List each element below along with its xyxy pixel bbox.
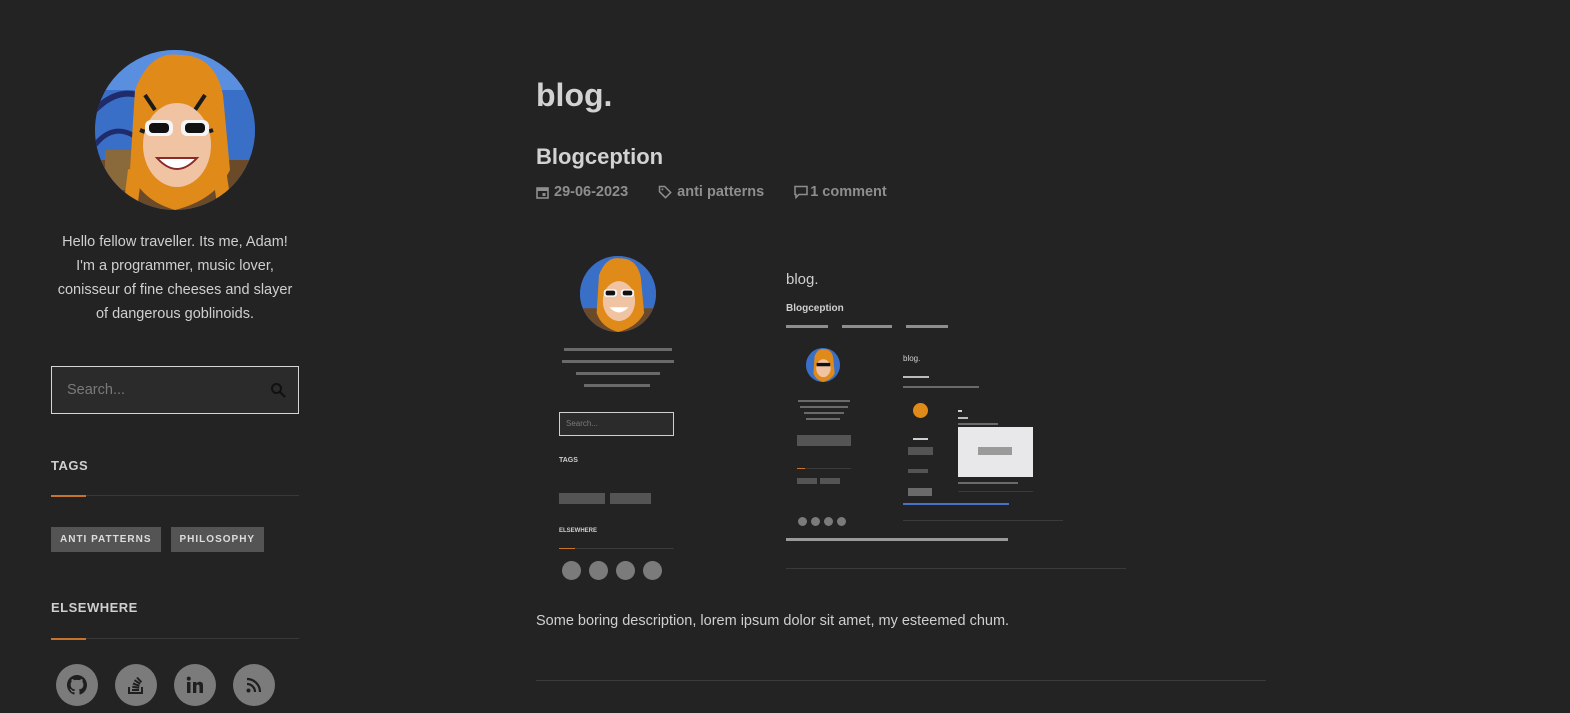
- mini-bio-line: [584, 384, 650, 387]
- mini-nested-line: [913, 438, 928, 440]
- avatar: [95, 50, 255, 210]
- post-title[interactable]: Blogception: [536, 144, 663, 170]
- mini-nested-image: [958, 427, 1033, 477]
- mini-blog-title: blog.: [786, 271, 819, 288]
- mini-social: [824, 517, 833, 526]
- mini-search-nested: [797, 435, 851, 446]
- mini-nested-blog-title: blog.: [903, 354, 921, 363]
- github-link[interactable]: [56, 664, 98, 706]
- tag-philosophy[interactable]: PHILOSOPHY: [170, 527, 265, 552]
- tag-anti-patterns[interactable]: ANTI PATTERNS: [51, 527, 161, 552]
- mini-nested-post-divider: [903, 520, 1063, 521]
- mini-bio-line: [804, 412, 844, 414]
- bio-text: Hello fellow traveller. Its me, Adam! I'…: [57, 234, 293, 322]
- tag-icon: [658, 185, 672, 199]
- mini-nested-blog: [958, 410, 962, 412]
- tags-title: TAGS: [51, 458, 89, 473]
- mini-nested-tag: [908, 469, 928, 473]
- mini-meta: [842, 325, 892, 328]
- mini-nested-search: [908, 447, 933, 455]
- mini-nested-description: [903, 503, 1009, 505]
- mini-social: [811, 517, 820, 526]
- mini-post-divider: [786, 568, 1126, 569]
- mini-avatar-nested: [806, 348, 840, 382]
- mini-nested-blog: [958, 417, 968, 419]
- mini-bio-line: [800, 406, 848, 408]
- mini-social: [798, 517, 807, 526]
- search-icon[interactable]: [258, 367, 298, 413]
- mini-tag: [610, 493, 651, 504]
- mini-social: [837, 517, 846, 526]
- post-tag[interactable]: anti patterns: [658, 184, 764, 200]
- mini-divider-accent: [559, 548, 575, 549]
- post-date-text: 29-06-2023: [554, 184, 629, 200]
- post-divider: [536, 680, 1266, 681]
- mini-search-placeholder: Search...: [566, 419, 599, 428]
- github-icon: [67, 675, 87, 695]
- blog-title[interactable]: blog.: [536, 77, 612, 114]
- post-image: Search... TAGS ELSEWHERE blog. Blogcepti…: [536, 236, 1136, 591]
- mini-divider-accent: [797, 468, 805, 469]
- mini-nested-socials: [908, 488, 932, 496]
- post-description: Some boring description, lorem ipsum dol…: [536, 613, 1010, 629]
- tags-divider: [51, 494, 299, 497]
- search-input[interactable]: [52, 367, 258, 413]
- mini-search-box: Search...: [559, 412, 674, 436]
- mini-bio-line: [562, 360, 674, 363]
- mini-social: [589, 561, 608, 580]
- mini-tag: [559, 493, 605, 504]
- post-comments-text[interactable]: 1 comment: [810, 184, 887, 200]
- mini-elsewhere-title: ELSEWHERE: [559, 528, 598, 534]
- linkedin-link[interactable]: [174, 664, 216, 706]
- mini-nested-post-title: [903, 376, 929, 378]
- mini-tags-title: TAGS: [559, 457, 578, 464]
- mini-divider: [559, 548, 674, 549]
- mini-meta: [786, 325, 828, 328]
- mini-bio-line: [564, 348, 672, 351]
- post-comments[interactable]: 1 comment: [794, 184, 887, 200]
- mini-divider: [797, 468, 851, 469]
- mini-tag: [820, 478, 840, 484]
- linkedin-icon: [186, 676, 203, 693]
- mini-description: [786, 538, 1008, 541]
- mini-bio-line: [576, 372, 660, 375]
- rss-link[interactable]: [233, 664, 275, 706]
- social-links: [56, 664, 275, 706]
- mini-social: [562, 561, 581, 580]
- mini-social: [643, 561, 662, 580]
- mini-bio-line: [798, 400, 850, 402]
- mini-nested-divider: [958, 491, 1033, 492]
- search-box: [51, 366, 299, 414]
- post-meta: 29-06-2023 anti patterns 1 comment: [536, 184, 887, 200]
- mini-bio-line: [806, 418, 840, 420]
- mini-nested-meta: [958, 482, 1018, 484]
- mini-nested-meta: [903, 386, 979, 388]
- mini-social: [616, 561, 635, 580]
- mini-tag: [797, 478, 817, 484]
- page: Hello fellow traveller. Its me, Adam! I'…: [0, 0, 1570, 713]
- mini-avatar-nested2: [913, 403, 928, 418]
- elsewhere-title: ELSEWHERE: [51, 600, 138, 615]
- mini-meta: [906, 325, 948, 328]
- post-date: 29-06-2023: [536, 184, 628, 200]
- comment-icon: [794, 185, 808, 199]
- tag-list: ANTI PATTERNS PHILOSOPHY: [51, 527, 265, 552]
- rss-icon: [246, 677, 262, 693]
- calendar-icon: [536, 186, 549, 199]
- post-tag-text[interactable]: anti patterns: [677, 184, 764, 200]
- stackoverflow-icon: [128, 676, 143, 694]
- mini-post-title: Blogception: [786, 303, 844, 314]
- mini-avatar: [580, 256, 656, 332]
- mini-nested-blog: [958, 423, 998, 425]
- elsewhere-divider: [51, 637, 299, 640]
- stackoverflow-link[interactable]: [115, 664, 157, 706]
